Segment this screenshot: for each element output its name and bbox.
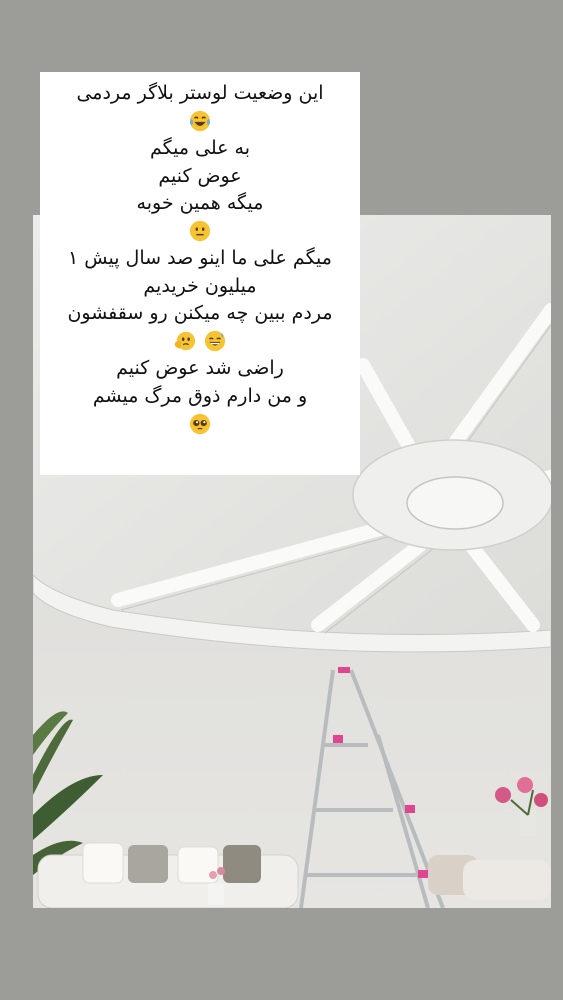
story-view: این وضعیت لوستر بلاگر مردمی به علی میگم … <box>0 0 563 1000</box>
caption-emoji-line <box>46 218 354 246</box>
face-with-tears-of-joy-icon <box>189 110 211 132</box>
pleading-face-icon <box>189 413 211 434</box>
neutral-face-icon <box>189 220 211 242</box>
grinning-face-with-sweat-icon <box>204 330 226 352</box>
caption-box: این وضعیت لوستر بلاگر مردمی به علی میگم … <box>40 72 360 475</box>
caption-line: و من دارم ذوق مرگ میشم <box>92 384 308 407</box>
caption-emoji-line <box>46 108 354 136</box>
caption-emoji-line <box>46 328 354 356</box>
caption-line: راضی شد عوض کنیم <box>116 357 284 379</box>
chairs <box>428 855 551 900</box>
face-holding-back-tears-icon <box>174 331 196 351</box>
caption-line: میلیون خریدیم <box>143 274 257 297</box>
caption-line: مردم ببین چه میکنن رو سقفشون <box>67 302 333 324</box>
caption-line: این وضعیت لوستر بلاگر مردمی <box>76 82 324 104</box>
caption-line: عوض کنیم <box>158 164 242 187</box>
caption-line: میگه همین خوبه <box>136 192 264 214</box>
light-fixture-base <box>406 476 504 530</box>
caption-emoji-line <box>46 410 354 438</box>
caption-line: میگم علی ما اینو صد سال پیش ۱ <box>68 247 332 269</box>
caption-line: به علی میگم <box>149 137 251 159</box>
